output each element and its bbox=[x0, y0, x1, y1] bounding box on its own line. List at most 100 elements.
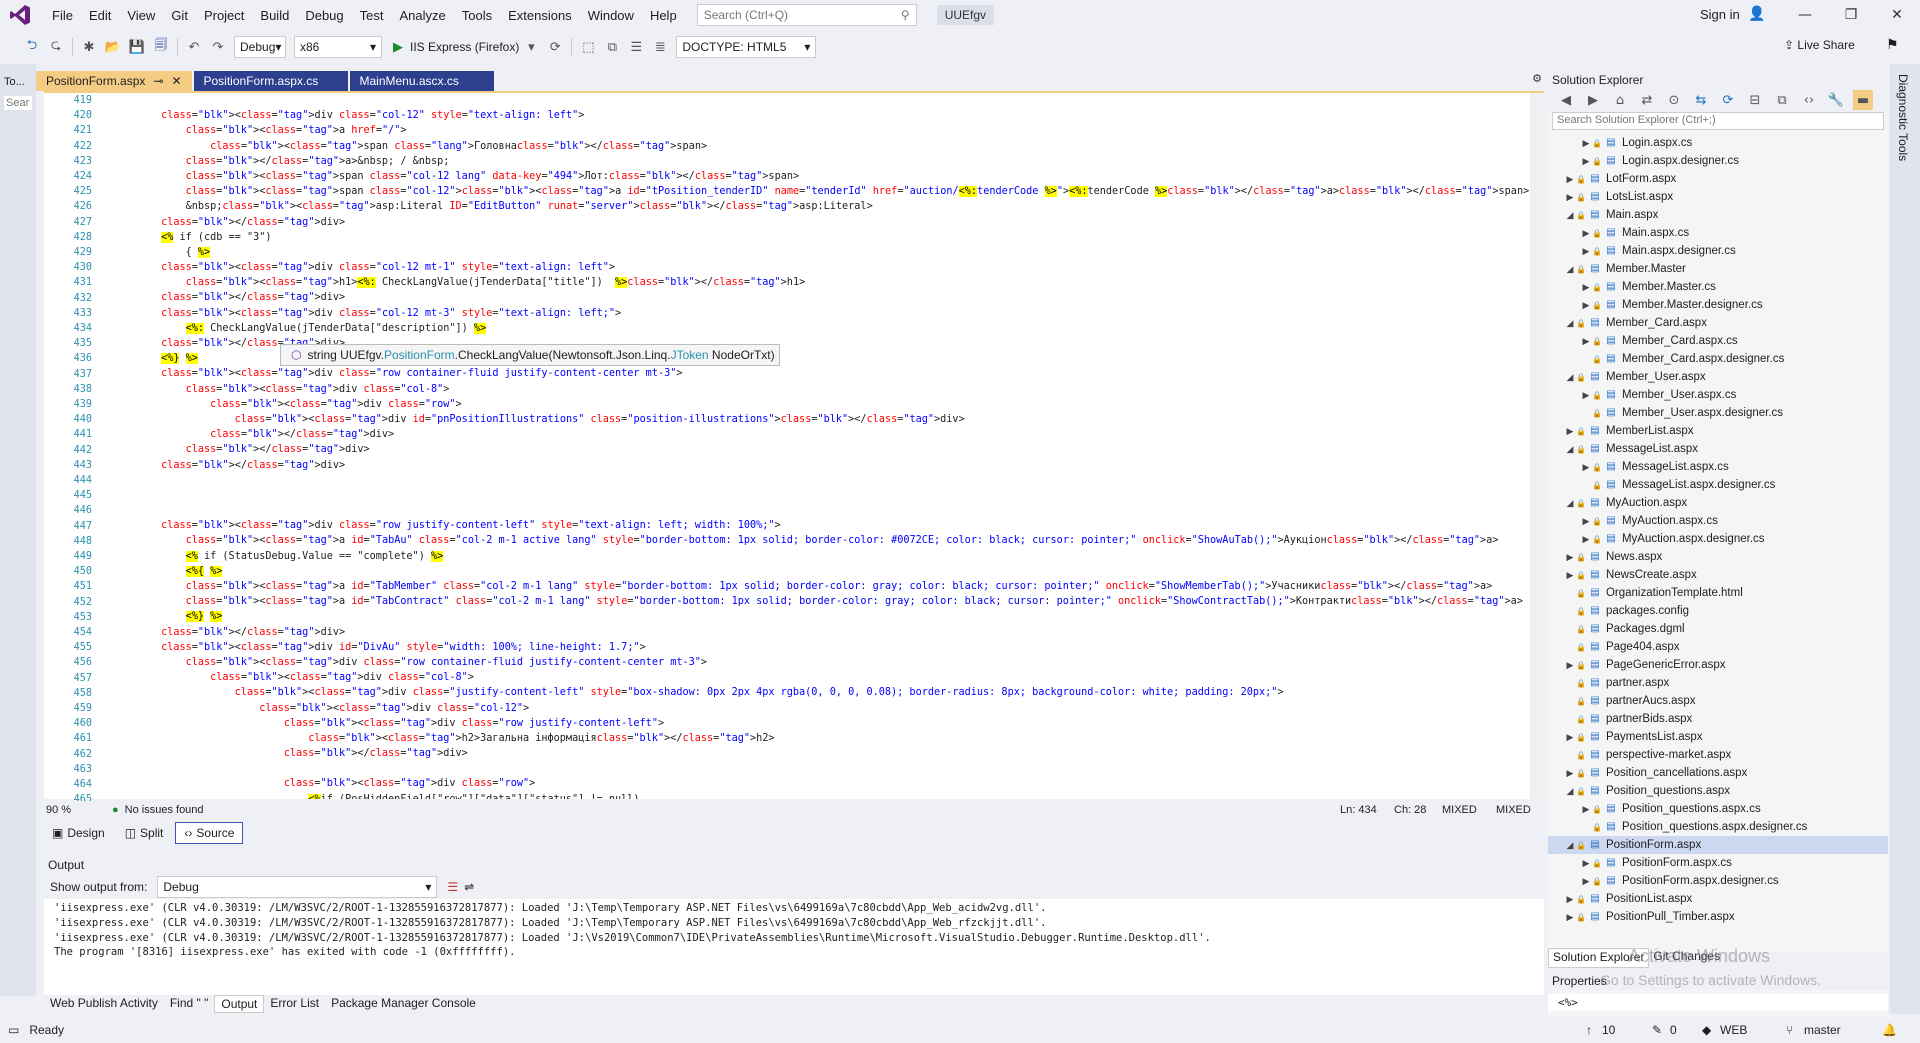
menu-test[interactable]: Test bbox=[352, 4, 392, 27]
tree-item[interactable]: ▶ 🔒 ▤ PageGenericError.aspx bbox=[1548, 656, 1888, 674]
code-line[interactable]: class="blk"><class="tag">div class="row … bbox=[112, 655, 1532, 670]
code-line[interactable]: class="blk"><class="tag">span class="lan… bbox=[112, 139, 1532, 154]
tree-item[interactable]: ◢ 🔒 ▤ Member_User.aspx bbox=[1548, 368, 1888, 386]
collapsed-icon[interactable]: ▶ bbox=[1580, 804, 1592, 815]
tree-item[interactable]: ▶ 🔒 ▤ Main.aspx.cs bbox=[1548, 224, 1888, 242]
code-line[interactable]: <%if (PosHiddenField["row"]["data"]["sta… bbox=[112, 792, 1532, 799]
refresh-icon[interactable]: ⟳ bbox=[1718, 90, 1738, 110]
issues-status[interactable]: No issues found bbox=[125, 804, 204, 816]
menu-help[interactable]: Help bbox=[642, 4, 685, 27]
tree-item[interactable]: ▶ 🔒 ▤ MyAuction.aspx.cs bbox=[1548, 512, 1888, 530]
expanded-icon[interactable]: ◢ bbox=[1564, 840, 1576, 851]
tree-item[interactable]: 🔒 ▤ Page404.aspx bbox=[1548, 638, 1888, 656]
word-wrap-icon[interactable]: ⇌ bbox=[464, 880, 474, 894]
tab-positionform-aspx-cs[interactable]: PositionForm.aspx.cs bbox=[193, 71, 348, 91]
code-line[interactable] bbox=[112, 93, 1532, 108]
menu-build[interactable]: Build bbox=[252, 4, 297, 27]
platform-select[interactable]: x86 ▾ bbox=[294, 36, 382, 58]
menu-project[interactable]: Project bbox=[196, 4, 252, 27]
tree-item[interactable]: ▶ 🔒 ▤ PositionList.aspx bbox=[1548, 890, 1888, 908]
tree-item[interactable]: ▶ 🔒 ▤ PaymentsList.aspx bbox=[1548, 728, 1888, 746]
vertical-scrollbar[interactable] bbox=[1530, 93, 1544, 799]
tree-item[interactable]: ◢ 🔒 ▤ Main.aspx bbox=[1548, 206, 1888, 224]
source-tab[interactable]: ‹› Source bbox=[175, 822, 244, 844]
tree-item[interactable]: ◢ 🔒 ▤ Member_Card.aspx bbox=[1548, 314, 1888, 332]
code-line[interactable]: class="blk"><class="tag">a id="TabAu" cl… bbox=[112, 533, 1532, 548]
preview-icon[interactable]: ▬ bbox=[1853, 90, 1873, 110]
forward-icon[interactable]: ⮎ bbox=[46, 37, 66, 57]
code-line[interactable]: class="blk"><class="tag">div class="row … bbox=[112, 716, 1532, 731]
code-line[interactable] bbox=[112, 473, 1532, 488]
collapsed-icon[interactable]: ▶ bbox=[1580, 228, 1592, 239]
code-line[interactable]: class="blk"></class="tag">div> bbox=[112, 442, 1532, 457]
tree-item[interactable]: ▶ 🔒 ▤ News.aspx bbox=[1548, 548, 1888, 566]
code-line[interactable]: class="blk"><class="tag">div class="just… bbox=[112, 685, 1532, 700]
tree-item[interactable]: ◢ 🔒 ▤ Member.Master bbox=[1548, 260, 1888, 278]
play-icon[interactable]: ▶ bbox=[388, 37, 408, 57]
bottom-tab-find[interactable]: Find " " bbox=[164, 995, 215, 1013]
home-icon[interactable]: ⌂ bbox=[1610, 90, 1630, 110]
expanded-icon[interactable]: ◢ bbox=[1564, 372, 1576, 383]
collapsed-icon[interactable]: ▶ bbox=[1580, 300, 1592, 311]
code-line[interactable]: <%} %> bbox=[112, 609, 1532, 624]
output-text[interactable]: 'iisexpress.exe' (CLR v4.0.30319: /LM/W3… bbox=[44, 899, 1544, 962]
code-line[interactable]: &nbsp;class="blk"><class="tag">asp:Liter… bbox=[112, 199, 1532, 214]
back-icon[interactable]: ◀ bbox=[1556, 90, 1576, 110]
collapsed-icon[interactable]: ▶ bbox=[1580, 282, 1592, 293]
collapsed-icon[interactable]: ▶ bbox=[1564, 732, 1576, 743]
tree-item[interactable]: ▶ 🔒 ▤ MessageList.aspx.cs bbox=[1548, 458, 1888, 476]
user-icon[interactable]: 👤 bbox=[1748, 6, 1765, 22]
collapsed-icon[interactable]: ▶ bbox=[1564, 552, 1576, 563]
code-line[interactable]: class="blk"><class="tag">h1><%: CheckLan… bbox=[112, 275, 1532, 290]
tab-mainmenu-ascx-cs[interactable]: MainMenu.ascx.cs bbox=[349, 71, 494, 91]
tree-item[interactable]: ▶ 🔒 ▤ Login.aspx.designer.cs bbox=[1548, 152, 1888, 170]
code-line[interactable]: class="blk"><class="tag">a id="TabMember… bbox=[112, 579, 1532, 594]
expanded-icon[interactable]: ◢ bbox=[1564, 786, 1576, 797]
tree-item[interactable]: ▶ 🔒 ▤ LotsList.aspx bbox=[1548, 188, 1888, 206]
repo-name[interactable]: WEB bbox=[1720, 1023, 1747, 1037]
close-icon[interactable]: ✕ bbox=[171, 74, 181, 88]
collapsed-icon[interactable]: ▶ bbox=[1580, 462, 1592, 473]
code-line[interactable]: <% if (cdb == "3") bbox=[112, 230, 1532, 245]
tree-item[interactable]: ▶ 🔒 ▤ Member_User.aspx.cs bbox=[1548, 386, 1888, 404]
tree-item[interactable]: ▶ 🔒 ▤ LotForm.aspx bbox=[1548, 170, 1888, 188]
code-line[interactable]: class="blk"><class="tag">div class="row … bbox=[112, 518, 1532, 533]
doctype-select[interactable]: DOCTYPE: HTML5 ▾ bbox=[676, 36, 817, 58]
collapsed-icon[interactable]: ▶ bbox=[1580, 516, 1592, 527]
code-line[interactable]: class="blk"><class="tag">div id="pnPosit… bbox=[112, 412, 1532, 427]
collapsed-icon[interactable]: ▶ bbox=[1564, 192, 1576, 203]
code-line[interactable]: <% if (StatusDebug.Value == "complete") … bbox=[112, 549, 1532, 564]
code-line[interactable]: class="blk"><class="tag">div class="col-… bbox=[112, 382, 1532, 397]
chevron-down-icon[interactable]: ▾ bbox=[521, 37, 541, 57]
tree-item[interactable]: ◢ 🔒 ▤ PositionForm.aspx bbox=[1548, 836, 1888, 854]
redo-icon[interactable]: ↷ bbox=[208, 37, 228, 57]
tree-item[interactable]: ▶ 🔒 ▤ PositionPull_Timber.aspx bbox=[1548, 908, 1888, 926]
collapsed-icon[interactable]: ▶ bbox=[1580, 138, 1592, 149]
tree-item[interactable]: 🔒 ▤ partner.aspx bbox=[1548, 674, 1888, 692]
menu-debug[interactable]: Debug bbox=[297, 4, 351, 27]
minimize-button[interactable]: — bbox=[1782, 0, 1828, 30]
code-line[interactable]: class="blk"></class="tag">div> bbox=[112, 215, 1532, 230]
bottom-tab-package-manager-console[interactable]: Package Manager Console bbox=[325, 995, 482, 1013]
save-all-icon[interactable]: 🗐 bbox=[151, 37, 171, 57]
tree-item[interactable]: 🔒 ▤ perspective-market.aspx bbox=[1548, 746, 1888, 764]
diagnostic-tools-tab[interactable]: Diagnostic Tools bbox=[1896, 74, 1910, 161]
tree-item[interactable]: ▶ 🔒 ▤ PositionForm.aspx.designer.cs bbox=[1548, 872, 1888, 890]
expanded-icon[interactable]: ◢ bbox=[1564, 498, 1576, 509]
code-line[interactable]: class="blk"></class="tag">div> bbox=[112, 427, 1532, 442]
code-line[interactable]: class="blk"></class="tag">a>&nbsp; / &nb… bbox=[112, 154, 1532, 169]
collapsed-icon[interactable]: ▶ bbox=[1564, 894, 1576, 905]
code-line[interactable]: class="blk"><class="tag">div class="row … bbox=[112, 366, 1532, 381]
code-line[interactable]: class="blk"><class="tag">a href="/"> bbox=[112, 123, 1532, 138]
visual-studio-logo-icon[interactable] bbox=[8, 3, 32, 27]
collapsed-icon[interactable]: ▶ bbox=[1564, 426, 1576, 437]
code-line[interactable]: class="blk"><class="tag">div class="row"… bbox=[112, 397, 1532, 412]
tree-item[interactable]: 🔒 ▤ packages.config bbox=[1548, 602, 1888, 620]
refresh-icon[interactable]: ⟳ bbox=[545, 37, 565, 57]
collapsed-icon[interactable]: ▶ bbox=[1580, 156, 1592, 167]
browse-icon[interactable]: ⬚ bbox=[578, 37, 598, 57]
tab-positionform-aspx[interactable]: PositionForm.aspx ⊸ ✕ bbox=[36, 71, 192, 91]
collapsed-icon[interactable]: ▶ bbox=[1580, 246, 1592, 257]
changes-count[interactable]: 0 bbox=[1670, 1023, 1677, 1037]
code-editor[interactable]: 419 420 421 422 423 424 425 426 427 428 429 430 431 4… bbox=[44, 91, 1544, 805]
